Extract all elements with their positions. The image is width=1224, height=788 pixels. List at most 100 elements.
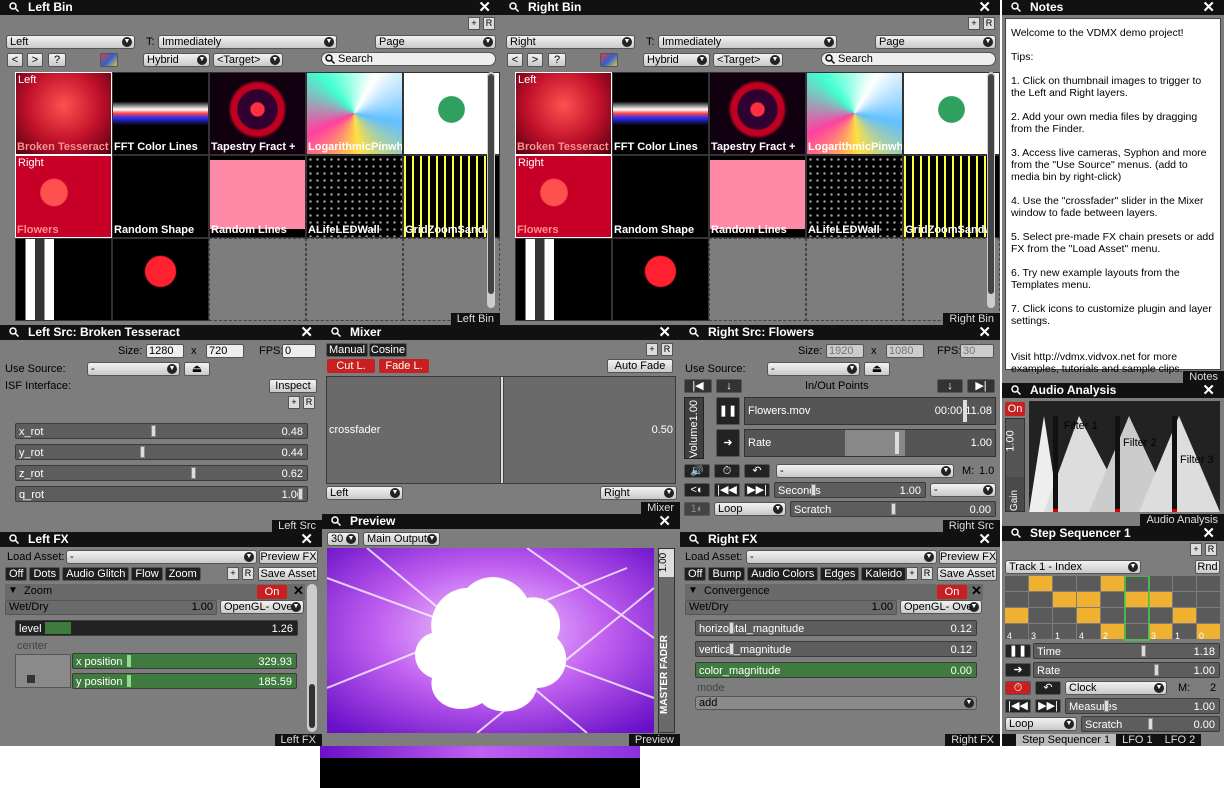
slider-knob[interactable]: [140, 446, 146, 458]
random-button[interactable]: Rnd: [1195, 560, 1220, 574]
fps-field[interactable]: 0: [282, 344, 316, 358]
step-cell[interactable]: [1053, 608, 1076, 623]
color-magnitude-slider[interactable]: color_magnitude 0.00: [695, 662, 977, 678]
source-select[interactable]: - ▼: [767, 362, 860, 376]
empty-slot[interactable]: [403, 238, 500, 321]
step-cell[interactable]: [1005, 576, 1028, 591]
mode-select[interactable]: add ▼: [695, 696, 977, 710]
manual-tab[interactable]: Manual: [326, 343, 368, 357]
empty-slot[interactable]: [806, 238, 903, 321]
search-icon[interactable]: [509, 2, 519, 12]
r-button[interactable]: R: [303, 396, 315, 409]
fx-chip-bump[interactable]: Bump: [708, 567, 746, 581]
wetdry-slider[interactable]: Wet/Dry 1.00: [5, 600, 217, 615]
step-cell[interactable]: [1125, 624, 1148, 639]
add-button[interactable]: +: [968, 17, 980, 30]
go-start-button[interactable]: |◀: [684, 379, 712, 393]
master-fader[interactable]: 1.00 MASTER FADER: [658, 548, 675, 733]
step-cell[interactable]: [1173, 576, 1196, 591]
crossfader-slider[interactable]: crossfader 0.50: [326, 376, 676, 484]
next-button[interactable]: >: [527, 53, 543, 67]
mixer-titlebar[interactable]: Mixer ✕: [322, 325, 680, 340]
slider-knob[interactable]: [298, 488, 303, 500]
set-in-button[interactable]: ↓: [716, 379, 742, 393]
r-button[interactable]: R: [661, 343, 673, 356]
close-icon[interactable]: ✕: [300, 532, 313, 547]
step-cell[interactable]: [1077, 608, 1100, 623]
search-icon[interactable]: [9, 327, 19, 337]
add-button[interactable]: +: [468, 17, 480, 30]
close-icon[interactable]: ✕: [300, 325, 313, 340]
close-icon[interactable]: ✕: [978, 532, 991, 547]
clip-timeline[interactable]: Flowers.mov 00:00:11.08: [744, 397, 996, 425]
close-icon[interactable]: ✕: [1202, 526, 1215, 541]
level-slider[interactable]: level 1.26: [15, 620, 298, 636]
save-asset-button[interactable]: Save Asset: [258, 567, 318, 581]
q_rot-slider[interactable]: q_rot 1.00: [15, 486, 308, 502]
media-thumbnail[interactable]: Right Flowers: [15, 155, 112, 238]
fx-on-button[interactable]: On: [257, 585, 287, 599]
fx-chip-off[interactable]: Off: [5, 567, 28, 581]
target-select[interactable]: <Target> ▼: [713, 53, 783, 67]
slider-knob[interactable]: [151, 425, 157, 437]
step-cell[interactable]: [1101, 576, 1124, 591]
cube-icon[interactable]: [600, 53, 618, 67]
horizontal-magnitude-slider[interactable]: horizontal_magnitude 0.12: [695, 620, 977, 636]
fx-header[interactable]: ▼ Zoom On ✕: [5, 583, 305, 600]
close-icon[interactable]: ✕: [1202, 383, 1215, 398]
audio-titlebar[interactable]: Audio Analysis ✕: [1002, 383, 1224, 398]
layer-select[interactable]: Right ▼: [506, 35, 635, 49]
media-thumbnail[interactable]: [112, 238, 209, 321]
step-cell[interactable]: [1077, 592, 1100, 607]
blend-select[interactable]: Hybrid ▼: [643, 53, 710, 67]
add-button[interactable]: +: [646, 343, 658, 356]
prev-button[interactable]: <: [7, 53, 23, 67]
scrollbar[interactable]: [307, 584, 317, 732]
close-icon[interactable]: ✕: [658, 325, 671, 340]
search-icon[interactable]: [689, 327, 699, 337]
media-thumbnail[interactable]: Random Shape: [112, 155, 209, 238]
rate-slider[interactable]: Rate 1.00: [744, 429, 996, 457]
notes-text[interactable]: Welcome to the VDMX demo project! Tips: …: [1005, 18, 1221, 375]
step-cell[interactable]: [1197, 608, 1220, 623]
disclosure-icon[interactable]: ▼: [688, 585, 698, 596]
skip-fwd-button[interactable]: ▶▶|: [1035, 699, 1061, 713]
add-button[interactable]: +: [1190, 543, 1202, 556]
blend-mode-select[interactable]: OpenGL- Ove ▼: [220, 600, 304, 614]
trigger-select[interactable]: Immediately ▼: [658, 35, 837, 49]
fx-chip-flow[interactable]: Flow: [131, 567, 163, 581]
set-out-button[interactable]: ↓: [937, 379, 963, 393]
media-thumbnail[interactable]: [515, 238, 612, 321]
media-thumbnail[interactable]: Left Broken Tesseract: [15, 72, 112, 155]
layer-select[interactable]: Left ▼: [6, 35, 135, 49]
blend-select[interactable]: Hybrid ▼: [143, 53, 210, 67]
cut-left-button[interactable]: Cut L.: [327, 359, 375, 373]
tab-lfo-2[interactable]: LFO 2: [1158, 734, 1202, 746]
audio-on-button[interactable]: On: [1005, 402, 1025, 416]
fps-field[interactable]: 30: [960, 344, 994, 358]
measures-slider[interactable]: Measures 1.00: [1065, 698, 1220, 714]
left-layer-select[interactable]: Left ▼: [326, 486, 403, 500]
help-button[interactable]: ?: [48, 53, 66, 67]
asset-select[interactable]: - ▼: [746, 550, 937, 564]
media-thumbnail[interactable]: Left Broken Tesseract: [515, 72, 612, 155]
step-cell[interactable]: [1029, 592, 1052, 607]
media-thumbnail[interactable]: LogarithmicPinwhe: [806, 72, 903, 155]
r-button[interactable]: R: [483, 17, 495, 30]
media-thumbnail[interactable]: AlgorithmAtEgde: [903, 72, 1000, 155]
height-field[interactable]: 1080: [886, 344, 924, 358]
vertical-magnitude-slider[interactable]: vertical_magnitude 0.12: [695, 641, 977, 657]
media-thumbnail[interactable]: GridZoomSandw: [403, 155, 500, 238]
pause-button[interactable]: ❚❚: [1005, 644, 1031, 658]
search-icon[interactable]: [1011, 385, 1021, 395]
step-cell[interactable]: [1077, 576, 1100, 591]
step-cell[interactable]: [1125, 576, 1148, 591]
step-cell[interactable]: [1053, 592, 1076, 607]
pause-button[interactable]: ❚❚: [716, 397, 740, 425]
close-icon[interactable]: ✕: [658, 514, 671, 529]
step-grid[interactable]: 4 3 1 4 2 3 1 0: [1005, 576, 1220, 642]
loop-select[interactable]: Loop ▼: [714, 502, 786, 516]
z_rot-slider[interactable]: z_rot 0.62: [15, 465, 308, 481]
media-thumbnail[interactable]: Random Lines: [709, 155, 806, 238]
scratch-slider[interactable]: Scratch 0.00: [1081, 716, 1220, 732]
